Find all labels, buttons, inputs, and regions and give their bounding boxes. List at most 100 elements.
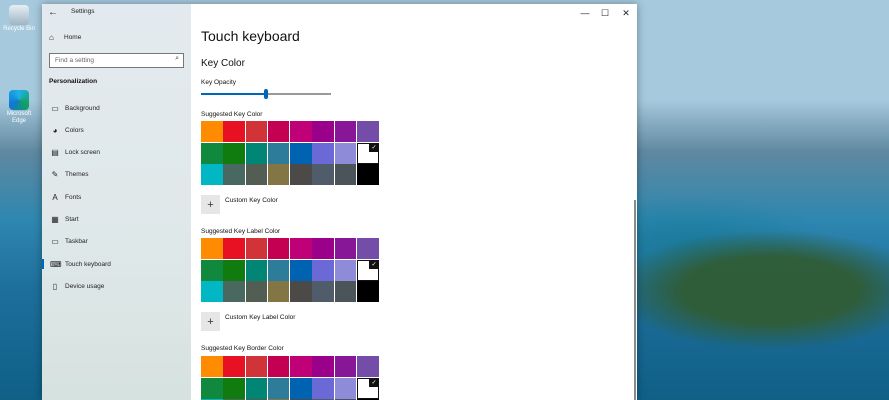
color-swatch[interactable] [312,356,334,377]
color-swatch[interactable] [312,259,334,281]
color-swatch[interactable] [267,238,290,259]
color-swatch[interactable] [267,164,290,186]
desktop-icon-edge[interactable]: Microsoft Edge [2,90,36,125]
search-input[interactable]: Find a setting ⌕ [49,53,184,68]
color-swatch[interactable] [245,259,268,281]
color-swatch[interactable] [201,164,223,186]
sidebar-item-label: Start [65,216,79,223]
color-swatch[interactable] [201,356,223,377]
color-swatch[interactable] [312,281,334,303]
color-swatch[interactable] [267,121,290,142]
color-swatch[interactable] [334,281,357,303]
sidebar-item-start[interactable]: ▦ Start [42,211,191,229]
color-swatch[interactable] [334,142,357,164]
color-swatch[interactable] [223,142,245,164]
color-swatch[interactable] [245,142,268,164]
color-swatch[interactable] [223,259,245,281]
color-swatch[interactable] [245,121,268,142]
color-swatch[interactable] [245,238,268,259]
sidebar-item-colors[interactable]: ◕ Colors [42,121,191,139]
sidebar-item-device-usage[interactable]: ▯ Device usage [42,277,191,295]
color-swatch[interactable] [334,238,357,259]
color-swatch[interactable] [267,259,290,281]
color-swatch[interactable] [334,164,357,186]
plus-icon: + [201,312,220,331]
color-swatch[interactable] [245,281,268,303]
opacity-slider[interactable] [201,89,331,99]
color-swatch[interactable] [334,377,357,399]
color-swatch[interactable] [356,238,379,259]
color-swatch[interactable] [201,377,223,399]
color-swatch[interactable] [290,259,312,281]
color-swatch[interactable] [312,377,334,399]
color-swatch[interactable]: ✓ [356,259,379,281]
color-swatch[interactable] [223,377,245,399]
color-swatch[interactable]: ✓ [356,377,379,399]
color-swatch[interactable] [312,142,334,164]
color-swatch[interactable]: ✓ [356,142,379,164]
color-swatch[interactable] [312,238,334,259]
sidebar-item-lock-screen[interactable]: ▤ Lock screen [42,144,191,162]
home-link[interactable]: ⌂ Home [49,33,81,42]
color-swatch[interactable] [223,238,245,259]
recycle-bin-icon [9,5,29,25]
color-swatch[interactable] [223,356,245,377]
color-swatch[interactable] [245,377,268,399]
back-button[interactable]: ← [48,7,60,19]
desktop-icon-recycle-bin[interactable]: Recycle Bin [2,5,36,33]
color-swatch[interactable] [356,281,379,303]
color-swatch[interactable] [312,121,334,142]
color-swatch[interactable] [290,142,312,164]
color-swatch[interactable] [201,259,223,281]
color-swatch[interactable] [312,164,334,186]
checkmark-icon: ✓ [371,261,377,268]
color-swatch[interactable] [267,377,290,399]
desktop-icon-label: Microsoft Edge [6,111,32,124]
color-swatch[interactable] [334,356,357,377]
color-swatch[interactable] [201,121,223,142]
color-swatch[interactable] [356,121,379,142]
color-swatch[interactable] [290,356,312,377]
color-swatch[interactable] [245,164,268,186]
color-swatch[interactable] [245,356,268,377]
color-swatch[interactable] [290,238,312,259]
sidebar-item-fonts[interactable]: A Fonts [42,188,191,206]
search-icon: ⌕ [175,55,179,62]
sidebar-item-touch-keyboard[interactable]: ⌨ Touch keyboard [42,255,191,273]
checkmark-icon: ✓ [371,144,377,151]
color-swatch[interactable] [290,121,312,142]
color-swatch[interactable] [223,164,245,186]
key-color-grid: ✓ [201,121,379,186]
color-swatch[interactable] [267,142,290,164]
sidebar-item-themes[interactable]: ✎ Themes [42,166,191,184]
custom-key-color-button[interactable]: + Custom Key Color [201,195,278,214]
color-swatch[interactable] [290,281,312,303]
font-icon: A [52,192,58,202]
taskbar-icon: ▭ [51,237,59,247]
custom-key-label-color-button[interactable]: + Custom Key Label Color [201,312,295,331]
color-swatch[interactable] [201,281,223,303]
color-swatch[interactable] [267,281,290,303]
color-swatch[interactable] [267,356,290,377]
color-swatch[interactable] [356,164,379,186]
color-swatch[interactable] [201,238,223,259]
checkmark-icon: ✓ [371,379,377,386]
color-swatch[interactable] [201,142,223,164]
sidebar-item-label: Lock screen [65,149,101,157]
color-swatch[interactable] [334,259,357,281]
group-label: Suggested Key Color [201,111,263,118]
color-swatch[interactable] [223,281,245,303]
color-swatch[interactable] [334,121,357,142]
color-swatch[interactable] [223,121,245,142]
color-swatch[interactable] [290,377,312,399]
color-swatch[interactable] [290,164,312,186]
slider-thumb[interactable] [264,89,268,99]
sidebar-item-taskbar[interactable]: ▭ Taskbar [42,233,191,251]
home-icon: ⌂ [49,33,54,42]
scrollbar[interactable] [634,200,636,400]
color-swatch[interactable] [356,356,379,377]
sidebar-item-background[interactable]: ▭ Background [42,99,191,117]
desktop-icon-label: Recycle Bin [3,26,35,32]
group-label: Suggested Key Label Color [201,228,281,235]
start-icon: ▦ [51,215,59,224]
